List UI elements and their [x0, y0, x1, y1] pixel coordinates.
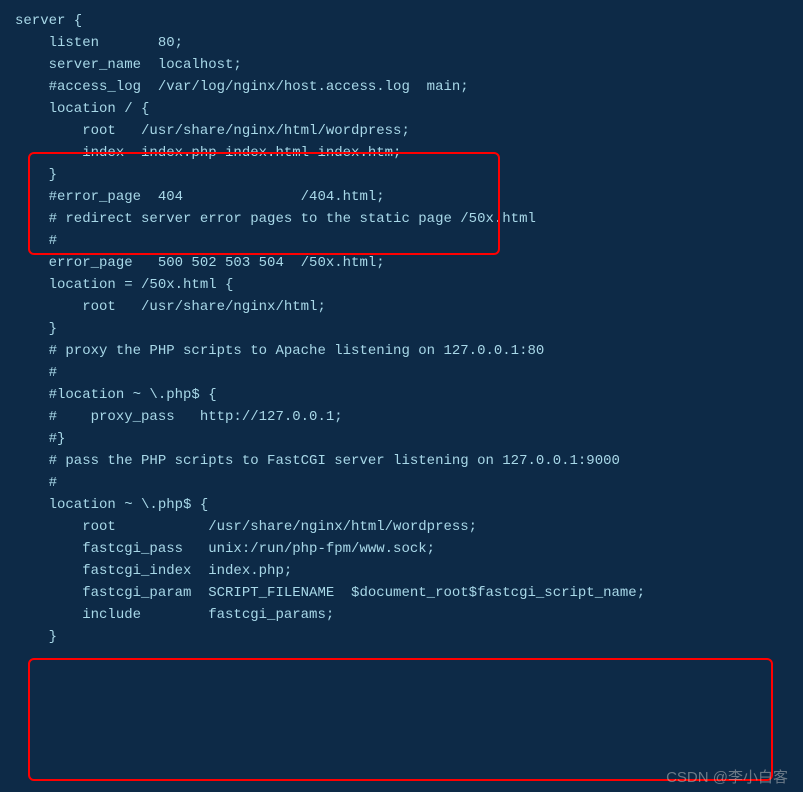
code-line: } — [15, 164, 788, 186]
code-line: fastcgi_pass unix:/run/php-fpm/www.sock; — [15, 538, 788, 560]
code-line: root /usr/share/nginx/html/wordpress; — [15, 516, 788, 538]
code-line: include fastcgi_params; — [15, 604, 788, 626]
code-line: # pass the PHP scripts to FastCGI server… — [15, 450, 788, 472]
code-line: } — [15, 318, 788, 340]
code-line: root /usr/share/nginx/html/wordpress; — [15, 120, 788, 142]
code-line: location / { — [15, 98, 788, 120]
code-line: # — [15, 362, 788, 384]
code-line: # — [15, 472, 788, 494]
code-line: fastcgi_param SCRIPT_FILENAME $document_… — [15, 582, 788, 604]
code-line: #} — [15, 428, 788, 450]
code-line: index index.php index.html index.htm; — [15, 142, 788, 164]
code-line: } — [15, 626, 788, 648]
code-line: location = /50x.html { — [15, 274, 788, 296]
code-line: server { — [15, 10, 788, 32]
code-line: # — [15, 230, 788, 252]
code-line: root /usr/share/nginx/html; — [15, 296, 788, 318]
code-line: # proxy the PHP scripts to Apache listen… — [15, 340, 788, 362]
highlight-box-location-php — [28, 658, 773, 781]
code-line: server_name localhost; — [15, 54, 788, 76]
code-line: fastcgi_index index.php; — [15, 560, 788, 582]
code-line: # redirect server error pages to the sta… — [15, 208, 788, 230]
code-block: server { listen 80; server_name localhos… — [15, 10, 788, 648]
code-line: error_page 500 502 503 504 /50x.html; — [15, 252, 788, 274]
watermark-text: CSDN @李小白客 — [666, 767, 788, 789]
code-line: #access_log /var/log/nginx/host.access.l… — [15, 76, 788, 98]
code-line: #error_page 404 /404.html; — [15, 186, 788, 208]
code-line: listen 80; — [15, 32, 788, 54]
code-line: # proxy_pass http://127.0.0.1; — [15, 406, 788, 428]
code-line: location ~ \.php$ { — [15, 494, 788, 516]
code-line: #location ~ \.php$ { — [15, 384, 788, 406]
